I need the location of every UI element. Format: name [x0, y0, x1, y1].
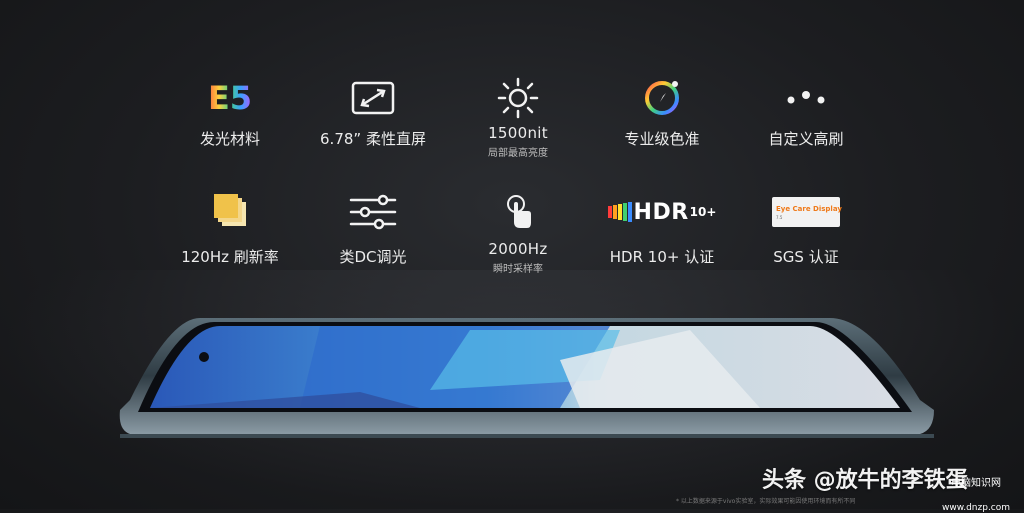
feature-e5: E5 发光材料: [150, 78, 310, 149]
three-dots-icon: [726, 78, 886, 118]
sun-icon: [438, 77, 598, 119]
e5-icon: E5: [207, 79, 253, 117]
resize-screen-icon: [293, 78, 453, 118]
stacked-layers-icon: [150, 192, 310, 232]
touch-tap-icon: [438, 192, 598, 232]
sliders-icon: [293, 192, 453, 232]
feature-hdr: HDR 10+ HDR 10+ 认证: [582, 192, 742, 267]
feature-hz: 120Hz 刷新率: [150, 192, 310, 267]
feature-sgs: Eye Care Display 7.5 SGS 认证: [726, 192, 886, 267]
feature-label: 自定义高刷: [768, 130, 844, 148]
color-wheel-icon: [582, 78, 742, 118]
feature-label: 1500nit: [488, 124, 548, 142]
hdr-logo-icon: HDR 10+: [582, 192, 742, 232]
feature-label: 6.78” 柔性直屏: [320, 130, 426, 148]
feature-label: 120Hz 刷新率: [181, 248, 279, 266]
feature-label: HDR 10+ 认证: [609, 248, 715, 266]
feature-nit: 1500nit 局部最高亮度: [438, 77, 598, 159]
footnote: * 以上数据来源于vivo实验室，实际效果可能因使用环境而有所不同: [676, 498, 856, 505]
feature-label: 2000Hz: [488, 240, 548, 258]
feature-label: 类DC调光: [339, 248, 407, 266]
feature-label: 专业级色准: [624, 130, 700, 148]
feature-touch: 2000Hz 瞬时采样率: [438, 192, 598, 275]
feature-dc: 类DC调光: [293, 192, 453, 267]
feature-refresh: 自定义高刷: [726, 78, 886, 149]
sgs-badge-icon: Eye Care Display 7.5: [726, 192, 886, 232]
feature-color: 专业级色准: [582, 78, 742, 149]
feature-label: 发光材料: [199, 130, 260, 148]
feature-label: SGS 认证: [773, 248, 839, 266]
phone-image: [119, 318, 934, 438]
feature-screen: 6.78” 柔性直屏: [293, 78, 453, 149]
watermark-logo: 电脑知识网 www.dnzp.com: [941, 478, 1011, 513]
feature-sublabel: 局部最高亮度: [488, 148, 548, 159]
feature-sublabel: 瞬时采样率: [493, 264, 543, 275]
